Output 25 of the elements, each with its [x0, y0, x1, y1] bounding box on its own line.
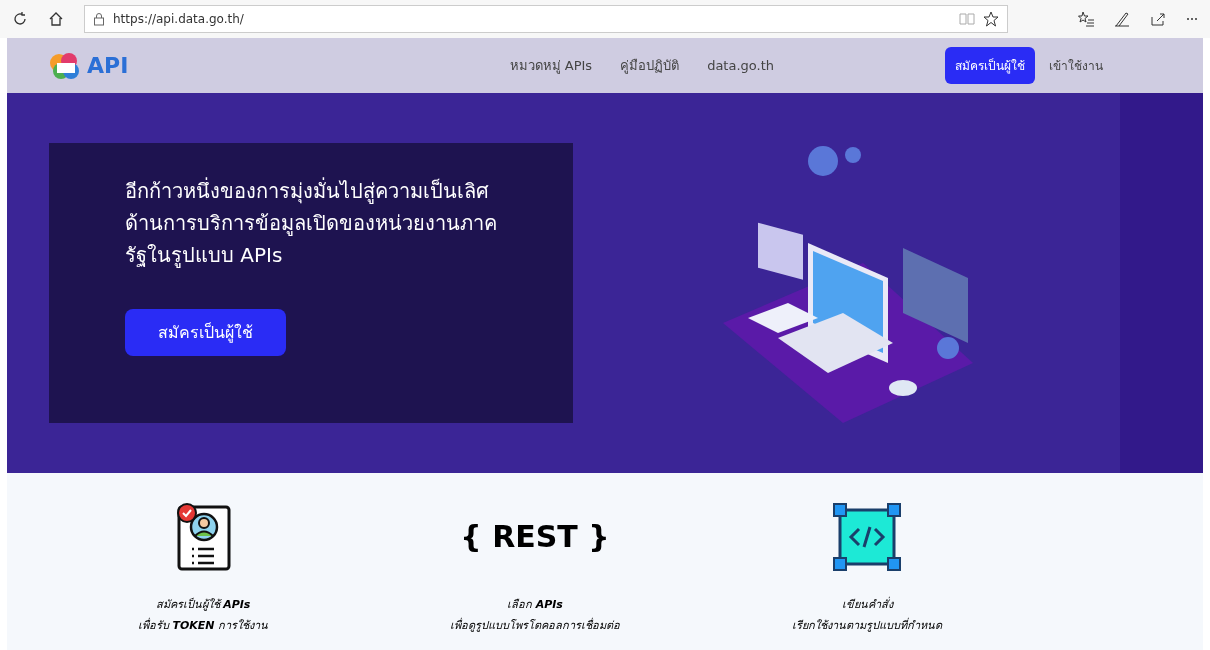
- register-button[interactable]: สมัครเป็นผู้ใช้: [125, 309, 286, 356]
- favorites-list-icon[interactable]: [1078, 11, 1094, 27]
- home-icon[interactable]: [48, 11, 64, 27]
- step-subtitle: เพื่อรับ TOKEN การใช้งาน: [137, 617, 269, 634]
- rest-label: { REST }: [460, 522, 610, 552]
- share-icon[interactable]: [1150, 11, 1166, 27]
- lock-icon: [93, 12, 105, 26]
- star-icon[interactable]: [983, 11, 999, 27]
- register-button[interactable]: สมัครเป็นผู้ใช้: [945, 47, 1035, 84]
- more-icon[interactable]: [1186, 17, 1198, 21]
- url-text: https://api.data.go.th/: [113, 11, 244, 28]
- pen-icon[interactable]: [1114, 11, 1130, 27]
- login-link[interactable]: เข้าใช้งาน: [1049, 56, 1103, 75]
- nav-link[interactable]: คู่มือปฏิบัติ: [620, 55, 680, 76]
- hero-headline: อีกก้าวหนึ่งของการมุ่งมั่นไปสู่ความเป็นเลิศด้านการบริการข้อมูลเปิดของหน่วยงานภาครัฐในรูปแบบ APIs: [125, 176, 498, 270]
- step-title: เลือก APIs: [507, 597, 563, 613]
- step-subtitle: เพื่อดูรูปแบบโพรโตคอลการเชื่อมต่อ: [450, 617, 620, 634]
- step-subtitle: เรียกใช้งานตามรูปแบบที่กำหนด: [792, 617, 942, 634]
- user-profile-document-icon: [174, 503, 232, 571]
- nav-link[interactable]: หมวดหมู่ APIs: [509, 55, 593, 76]
- step-title: สมัครเป็นผู้ใช้ APIs: [155, 597, 251, 613]
- refresh-icon[interactable]: [12, 11, 28, 27]
- nav-link[interactable]: data.go.th: [707, 55, 774, 76]
- address-bar[interactable]: https://api.data.go.th/: [84, 5, 1008, 33]
- step-title: เขียนคำสั่ง: [841, 597, 893, 613]
